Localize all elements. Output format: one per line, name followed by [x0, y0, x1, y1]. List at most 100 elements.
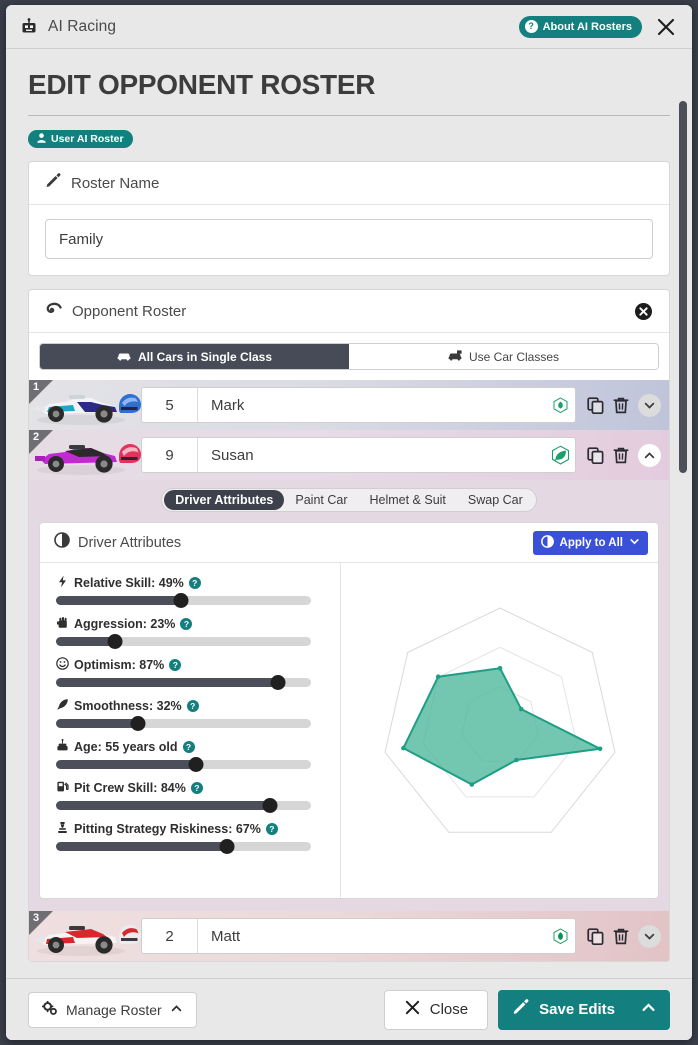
driver-index-badge: 3	[29, 911, 53, 935]
leaf-icon[interactable]	[545, 396, 575, 414]
chevron-up-icon[interactable]	[638, 443, 661, 467]
driver-name[interactable]: Mark	[198, 397, 545, 414]
question-icon[interactable]: ?	[190, 782, 203, 794]
cake-icon	[56, 739, 69, 755]
about-ai-rosters-label: About AI Rosters	[542, 20, 632, 33]
close-icon[interactable]	[652, 13, 680, 41]
title-divider	[28, 115, 670, 116]
table-row[interactable]: 2 9 Susan	[29, 430, 669, 480]
driver-detail-tabs: Driver Attributes Paint Car Helmet & Sui…	[39, 488, 659, 512]
roster-name-input[interactable]	[45, 219, 653, 259]
segment-use-car-classes[interactable]: Use Car Classes	[349, 344, 658, 369]
close-button-label: Close	[429, 1001, 469, 1018]
copy-icon[interactable]	[587, 446, 604, 464]
attribute-value-text: Pit Crew Skill: 84%	[74, 781, 186, 795]
trash-icon[interactable]	[613, 397, 629, 414]
driver-attributes-title: Driver Attributes	[78, 534, 182, 551]
driver-number[interactable]: 9	[142, 438, 198, 472]
driver-detail-tabbar: Driver Attributes Paint Car Helmet & Sui…	[161, 488, 537, 512]
radar-chart-svg	[383, 606, 616, 833]
close-button[interactable]: Close	[383, 989, 489, 1030]
attribute-slider[interactable]	[56, 675, 311, 690]
bolt-icon	[56, 575, 69, 591]
apply-to-all-button[interactable]: Apply to All	[532, 530, 648, 555]
clear-circle-icon[interactable]	[634, 302, 653, 321]
question-icon[interactable]: ?	[188, 577, 201, 589]
steering-icon	[45, 302, 62, 321]
driver-name-field[interactable]: 2 Matt	[141, 918, 576, 954]
save-edits-button[interactable]: Save Edits	[498, 989, 670, 1030]
attribute-label: Pit Crew Skill: 84% ?	[56, 780, 326, 796]
vertical-scrollbar[interactable]	[678, 49, 688, 978]
tab-driver-attributes[interactable]: Driver Attributes	[164, 490, 285, 510]
driver-row-actions	[576, 393, 661, 417]
attribute-label: Relative Skill: 49% ?	[56, 575, 326, 591]
trash-icon[interactable]	[613, 928, 629, 945]
attribute-slider[interactable]	[56, 634, 311, 649]
question-icon[interactable]: ?	[182, 741, 195, 753]
class-mode-segmented-control: All Cars in Single Class Use Car Classes	[39, 343, 659, 370]
leaf-icon[interactable]	[545, 445, 575, 466]
driver-name[interactable]: Matt	[198, 928, 545, 945]
driver-rows: 1 5 Mark 2 9 Susan Driver Attributes Pai…	[29, 380, 669, 961]
copy-icon[interactable]	[587, 396, 604, 414]
manage-roster-label: Manage Roster	[66, 1001, 162, 1018]
pencil-icon	[45, 173, 61, 193]
attribute-value-text: Aggression: 23%	[74, 617, 176, 631]
question-icon[interactable]: ?	[180, 618, 193, 630]
segment-all-cars-single-class[interactable]: All Cars in Single Class	[40, 344, 349, 369]
leaf-icon[interactable]	[545, 927, 575, 945]
tab-swap-car[interactable]: Swap Car	[457, 490, 534, 510]
title-bar-right: ? About AI Rosters	[518, 13, 680, 41]
roster-name-card-body	[29, 205, 669, 275]
question-icon[interactable]: ?	[265, 823, 278, 835]
chevron-up-icon	[641, 1000, 656, 1019]
about-ai-rosters-button[interactable]: ? About AI Rosters	[518, 15, 642, 38]
driver-index-badge: 2	[29, 430, 53, 454]
scroll-content: EDIT OPPONENT ROSTER User AI Roster Rost…	[6, 49, 692, 978]
attribute-slider[interactable]	[56, 593, 311, 608]
roster-name-card: Roster Name	[28, 161, 670, 276]
chevron-down-icon[interactable]	[638, 924, 661, 948]
attribute-label: Smoothness: 32% ?	[56, 698, 326, 714]
chevron-down-icon	[629, 536, 640, 550]
contrast-icon	[54, 532, 70, 553]
driver-name-field[interactable]: 5 Mark	[141, 387, 576, 423]
tab-helmet-and-suit[interactable]: Helmet & Suit	[358, 490, 456, 510]
driver-index-badge: 1	[29, 380, 53, 404]
attribute-value-text: Age: 55 years old	[74, 740, 178, 754]
car-class-icon	[448, 349, 462, 364]
attribute-slider[interactable]	[56, 798, 311, 813]
attribute-relative-skill: Relative Skill: 49% ?	[56, 575, 326, 608]
dialog-window: AI Racing ? About AI Rosters EDIT OPPONE…	[6, 5, 692, 1040]
trash-icon[interactable]	[613, 447, 629, 464]
attribute-slider[interactable]	[56, 757, 311, 772]
manage-roster-button[interactable]: Manage Roster	[28, 991, 197, 1028]
smile-icon	[56, 657, 69, 673]
driver-number[interactable]: 5	[142, 388, 198, 422]
driver-name[interactable]: Susan	[198, 447, 545, 464]
driver-number[interactable]: 2	[142, 919, 198, 953]
table-row[interactable]: 3 2 Matt	[29, 911, 669, 961]
tab-paint-car[interactable]: Paint Car	[284, 490, 358, 510]
opponent-roster-card-title: Opponent Roster	[72, 302, 187, 320]
attribute-smoothness: Smoothness: 32% ?	[56, 698, 326, 731]
roster-name-card-header: Roster Name	[29, 162, 669, 205]
question-icon[interactable]: ?	[169, 659, 182, 671]
attribute-value-text: Pitting Strategy Riskiness: 67%	[74, 822, 261, 836]
table-row[interactable]: 1 5 Mark	[29, 380, 669, 430]
attribute-slider[interactable]	[56, 839, 311, 854]
question-icon[interactable]: ?	[186, 700, 199, 712]
copy-icon[interactable]	[587, 927, 604, 945]
driver-attributes-body: Relative Skill: 49% ? Aggression: 23% ? …	[40, 563, 658, 898]
attribute-value-text: Relative Skill: 49%	[74, 576, 184, 590]
driver-name-field[interactable]: 9 Susan	[141, 437, 576, 473]
driver-attributes-card: Driver Attributes Apply to All Relative …	[39, 522, 659, 899]
chevron-down-icon[interactable]	[638, 393, 661, 417]
question-icon: ?	[524, 20, 538, 33]
save-edits-label: Save Edits	[539, 1001, 615, 1018]
user-ai-roster-badge: User AI Roster	[28, 130, 133, 148]
scrollbar-thumb[interactable]	[679, 101, 687, 473]
driver-row-actions	[576, 443, 661, 467]
attribute-slider[interactable]	[56, 716, 311, 731]
